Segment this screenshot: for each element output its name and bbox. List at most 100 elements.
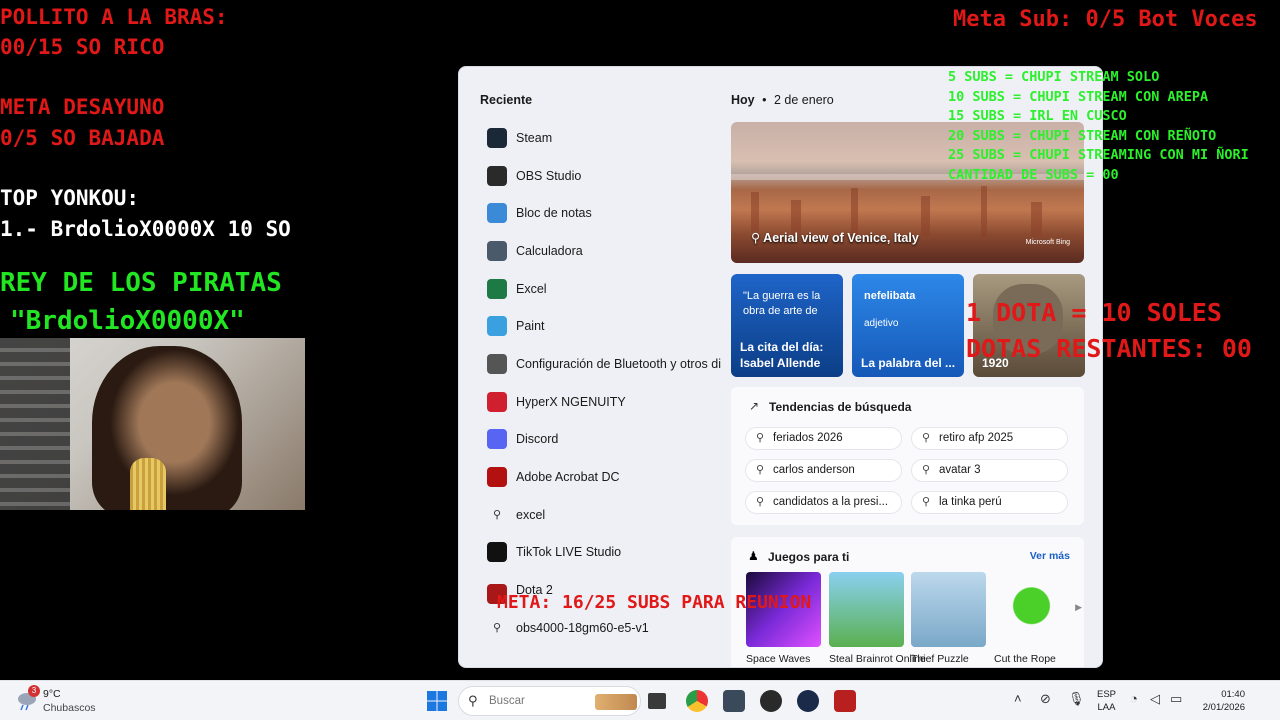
trend-pill[interactable]: ⚲ la tinka perú bbox=[911, 491, 1068, 514]
trend-pill[interactable]: ⚲ avatar 3 bbox=[911, 459, 1068, 482]
word-of-day-card[interactable]: nefelibata adjetivo La palabra del ... bbox=[852, 274, 964, 377]
subs-goal-line: 10 SUBS = CHUPI STREAM CON AREPA bbox=[948, 88, 1209, 105]
recent-item[interactable]: Excel bbox=[481, 270, 721, 308]
pollito-goal-line1: POLLITO A LA BRAS: bbox=[0, 5, 228, 29]
trend-label: feriados 2026 bbox=[773, 432, 843, 444]
notepad-icon bbox=[487, 203, 507, 224]
game-tile-thief-puzzle[interactable] bbox=[911, 572, 986, 647]
weather-alert-badge: 3 bbox=[28, 685, 40, 697]
recent-item[interactable]: Discord bbox=[481, 421, 721, 459]
recent-item-label: Configuración de Bluetooth y otros di... bbox=[516, 356, 721, 371]
trend-pill[interactable]: ⚲ carlos anderson bbox=[745, 459, 902, 482]
webcam-person bbox=[92, 346, 242, 510]
no-network-cloud-icon[interactable]: ⊘ bbox=[1040, 691, 1051, 707]
yonkou-title: TOP YONKOU: bbox=[0, 186, 140, 210]
recent-item[interactable]: ⚲ excel bbox=[481, 496, 721, 534]
dotas-remaining: DOTAS RESTANTES: 00 bbox=[966, 334, 1252, 363]
dota-taskbar-icon[interactable] bbox=[834, 690, 856, 712]
games-see-more-link[interactable]: Ver más bbox=[1030, 550, 1070, 562]
search-icon: ⚲ bbox=[922, 432, 931, 444]
steam-taskbar-icon[interactable] bbox=[797, 690, 819, 712]
game-label-cut-the-rope: Cut the Rope bbox=[994, 653, 1056, 665]
taskbar-clock[interactable]: 01:40 2/01/2026 bbox=[1195, 688, 1245, 714]
recent-item[interactable]: Steam bbox=[481, 119, 721, 157]
microphone-icon[interactable]: 🎙 bbox=[1068, 691, 1085, 707]
hyperx-icon bbox=[487, 391, 507, 412]
chrome-icon[interactable] bbox=[686, 690, 708, 712]
taskbar-search-box[interactable]: ⚲ Buscar bbox=[458, 686, 641, 716]
quote-of-day-card[interactable]: "La guerra es la obra de arte de La cita… bbox=[731, 274, 843, 377]
taskbar: 3 9°C Chubascos ⚲ Buscar ˄ ⊘ 🎙 ESP LAA ◔… bbox=[0, 680, 1280, 720]
recent-item-label: Paint bbox=[516, 319, 545, 334]
recent-item[interactable]: Configuración de Bluetooth y otros di... bbox=[481, 345, 721, 383]
tray-overflow-chevron-icon[interactable]: ˄ bbox=[1014, 691, 1022, 706]
search-icon: ⚲ bbox=[922, 496, 931, 508]
obs-taskbar-icon[interactable] bbox=[760, 690, 782, 712]
search-trends-panel: ↗ Tendencias de búsqueda ⚲ feriados 2026 ⚲… bbox=[731, 387, 1084, 525]
discord-icon bbox=[487, 429, 507, 450]
today-date: 2 de enero bbox=[773, 93, 834, 107]
windows-start-button[interactable] bbox=[426, 690, 448, 712]
trend-label: la tinka perú bbox=[939, 496, 1002, 508]
quote-text: "La guerra es la obra de arte de bbox=[743, 290, 821, 317]
recent-item[interactable]: OBS Studio bbox=[481, 157, 721, 195]
bluetooth-settings-icon bbox=[487, 353, 507, 374]
recent-item[interactable]: Calculadora bbox=[481, 232, 721, 270]
volume-icon[interactable]: ◁ bbox=[1150, 691, 1160, 707]
weather-description: Chubascos bbox=[43, 702, 96, 714]
games-title: Juegos para ti bbox=[768, 550, 850, 564]
trend-label: retiro afp 2025 bbox=[939, 432, 1014, 444]
paint-icon bbox=[487, 316, 507, 337]
search-icon: ⚲ bbox=[756, 496, 765, 508]
yonkou-entry: 1.- BrdolioX0000X 10 SO bbox=[0, 217, 291, 241]
recent-item[interactable]: TikTok LIVE Studio bbox=[481, 534, 721, 572]
recent-header: Reciente bbox=[480, 93, 533, 107]
subs-goal-line: 15 SUBS = IRL EN CUSCO bbox=[948, 108, 1127, 125]
trends-title: Tendencias de búsqueda bbox=[769, 400, 912, 414]
task-view-icon[interactable] bbox=[648, 693, 666, 709]
clock-date: 2/01/2026 bbox=[1202, 702, 1245, 713]
language-indicator[interactable]: ESP LAA bbox=[1097, 688, 1116, 714]
recent-item-label: Discord bbox=[516, 432, 559, 447]
recent-item-label: Bloc de notas bbox=[516, 206, 592, 221]
recent-item-label: obs4000-18gm60-e5-v1 bbox=[516, 620, 649, 635]
tiktok-icon bbox=[487, 542, 507, 563]
battery-icon[interactable]: ▭ bbox=[1170, 691, 1182, 707]
rey-title: REY DE LOS PIRATAS bbox=[0, 268, 282, 298]
meta-reunion-goal: META: 16/25 SUBS PARA REUNION bbox=[497, 592, 812, 613]
search-icon: ⚲ bbox=[756, 432, 765, 444]
recent-item[interactable]: HyperX NGENUITY bbox=[481, 383, 721, 421]
today-label: Hoy bbox=[731, 93, 755, 107]
acrobat-icon bbox=[487, 467, 507, 488]
weather-temperature: 9°C bbox=[43, 688, 61, 700]
recent-item[interactable]: Paint bbox=[481, 307, 721, 345]
search-icon: ⚲ bbox=[492, 509, 502, 522]
wifi-icon[interactable]: ◔ bbox=[1130, 691, 1138, 706]
hero-caption: ⚲ Aerial view of Venice, Italy bbox=[751, 230, 919, 245]
game-label-space-waves: Space Waves bbox=[746, 653, 811, 665]
word-type: adjetivo bbox=[864, 318, 899, 329]
trend-label: avatar 3 bbox=[939, 464, 981, 476]
clock-time: 01:40 bbox=[1221, 689, 1245, 700]
game-tile-cut-the-rope[interactable] bbox=[994, 572, 1069, 647]
recent-item[interactable]: Bloc de notas bbox=[481, 194, 721, 232]
recent-list: Steam OBS Studio Bloc de notas Calculadora E… bbox=[481, 119, 721, 647]
recent-item[interactable]: ⚲ obs4000-18gm60-e5-v1 bbox=[481, 609, 721, 647]
subs-goal-line: 5 SUBS = CHUPI STREAM SOLO bbox=[948, 69, 1160, 85]
calculator-taskbar-icon[interactable] bbox=[723, 690, 745, 712]
trend-pill[interactable]: ⚲ retiro afp 2025 bbox=[911, 427, 1068, 450]
trend-pill[interactable]: ⚲ candidatos a la presi... bbox=[745, 491, 902, 514]
games-scroll-right-icon[interactable]: ▶ bbox=[1075, 602, 1082, 613]
game-tile-steal-brainrot[interactable] bbox=[829, 572, 904, 647]
recent-item[interactable]: Adobe Acrobat DC bbox=[481, 458, 721, 496]
word-text: nefelibata bbox=[864, 290, 916, 302]
game-label-thief-puzzle: Thief Puzzle bbox=[911, 653, 969, 665]
rey-name: "BrdolioX0000X" bbox=[10, 306, 245, 336]
webcam-microphone bbox=[130, 458, 166, 510]
games-icon: ♟ bbox=[748, 549, 759, 563]
webcam-feed bbox=[0, 338, 305, 510]
bing-label: Microsoft Bing bbox=[1025, 239, 1070, 246]
recent-item-label: HyperX NGENUITY bbox=[516, 394, 626, 409]
language-line2: LAA bbox=[1097, 702, 1116, 713]
trend-pill[interactable]: ⚲ feriados 2026 bbox=[745, 427, 902, 450]
